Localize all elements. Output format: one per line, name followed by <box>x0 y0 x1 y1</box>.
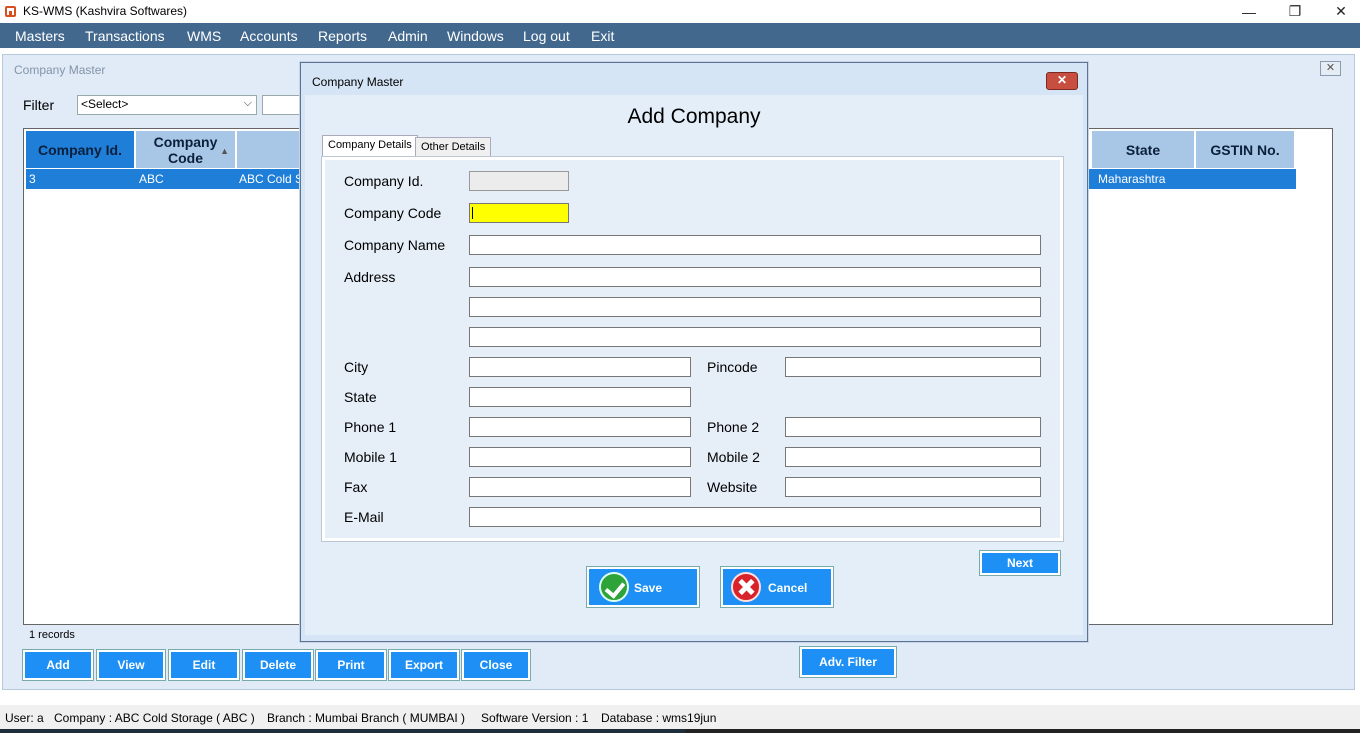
export-button[interactable]: Export <box>388 649 460 681</box>
close-window-button[interactable]: ✕ <box>1318 0 1360 23</box>
adv-filter-button[interactable]: Adv. Filter <box>799 646 897 678</box>
label-phone1: Phone 1 <box>344 419 397 435</box>
email-field[interactable] <box>469 507 1041 527</box>
col-header-gstin[interactable]: GSTIN No. <box>1196 131 1295 168</box>
mobile2-field[interactable] <box>785 447 1041 467</box>
cell-state: Maharashtra <box>1098 172 1166 186</box>
label-city: City <box>344 359 369 375</box>
status-bar: User: a Company : ABC Cold Storage ( ABC… <box>0 705 1360 729</box>
address-line1-field[interactable] <box>469 267 1041 287</box>
label-address: Address <box>344 269 396 285</box>
cancel-button-label: Cancel <box>768 581 808 595</box>
col-header-company-code[interactable]: Company Code ▲ <box>136 131 236 168</box>
label-mobile1: Mobile 1 <box>344 449 397 465</box>
menu-masters[interactable]: Masters <box>15 28 65 44</box>
company-id-field[interactable] <box>469 171 569 191</box>
address-line3-field[interactable] <box>469 327 1041 347</box>
col-header-company-id[interactable]: Company Id. <box>26 131 135 168</box>
status-database: Database : wms19jun <box>601 711 717 725</box>
add-company-dialog: Company Master ✕ Add Company Company Det… <box>300 62 1088 642</box>
menu-wms[interactable]: WMS <box>187 28 221 44</box>
filter-select[interactable]: <Select> ⌵ <box>77 95 257 115</box>
address-line2-field[interactable] <box>469 297 1041 317</box>
cancel-x-icon <box>731 572 761 602</box>
phone1-field[interactable] <box>469 417 691 437</box>
menu-bar: Masters Transactions WMS Accounts Report… <box>0 23 1360 48</box>
dialog-title: Company Master <box>312 75 404 89</box>
taskbar-edge <box>0 729 1360 733</box>
menu-admin[interactable]: Admin <box>388 28 428 44</box>
cell-company-code: ABC <box>139 172 164 186</box>
website-field[interactable] <box>785 477 1041 497</box>
save-button[interactable]: Save <box>586 566 700 608</box>
label-pincode: Pincode <box>707 359 758 375</box>
label-state: State <box>344 389 377 405</box>
filter-select-value: <Select> <box>81 97 129 111</box>
label-company-code: Company Code <box>344 205 442 221</box>
app-icon <box>5 6 16 17</box>
pincode-field[interactable] <box>785 357 1041 377</box>
mobile1-field[interactable] <box>469 447 691 467</box>
company-name-field[interactable] <box>469 235 1041 255</box>
menu-windows[interactable]: Windows <box>447 28 504 44</box>
dialog-close-icon[interactable]: ✕ <box>1046 72 1078 90</box>
dialog-heading: Add Company <box>627 105 761 128</box>
record-count: 1 records <box>29 629 75 641</box>
restore-button[interactable]: ❐ <box>1272 0 1318 23</box>
close-button[interactable]: Close <box>461 649 531 681</box>
state-field[interactable] <box>469 387 691 407</box>
company-code-field[interactable] <box>469 203 569 223</box>
filter-label: Filter <box>23 97 55 113</box>
child-close-icon[interactable]: ✕ <box>1320 61 1341 76</box>
label-fax: Fax <box>344 479 368 495</box>
label-company-id: Company Id. <box>344 173 424 189</box>
save-button-label: Save <box>634 581 663 595</box>
fax-field[interactable] <box>469 477 691 497</box>
menu-accounts[interactable]: Accounts <box>240 28 298 44</box>
child-window-title: Company Master <box>14 63 106 77</box>
menu-reports[interactable]: Reports <box>318 28 367 44</box>
menu-transactions[interactable]: Transactions <box>85 28 165 44</box>
next-button[interactable]: Next <box>979 550 1061 576</box>
delete-button[interactable]: Delete <box>242 649 314 681</box>
minimize-button[interactable]: — <box>1226 0 1272 23</box>
checkmark-icon <box>599 572 629 602</box>
label-company-name: Company Name <box>344 237 446 253</box>
title-bar: KS-WMS (Kashvira Softwares) — ❐ ✕ <box>0 0 1360 23</box>
form-area: Company Id. Company Code Company Name Ad… <box>325 160 1060 538</box>
cancel-button[interactable]: Cancel <box>720 566 834 608</box>
menu-logout[interactable]: Log out <box>523 28 570 44</box>
dialog-body: Add Company Company Details Other Detail… <box>305 95 1083 635</box>
tab-company-details[interactable]: Company Details <box>322 135 418 157</box>
menu-exit[interactable]: Exit <box>591 28 614 44</box>
cell-company-name: ABC Cold S <box>239 172 304 186</box>
chevron-down-icon: ⌵ <box>243 97 252 109</box>
tab-other-details[interactable]: Other Details <box>415 137 492 157</box>
add-button[interactable]: Add <box>22 649 94 681</box>
phone2-field[interactable] <box>785 417 1041 437</box>
window-title: KS-WMS (Kashvira Softwares) <box>23 4 188 18</box>
status-branch: Branch : Mumbai Branch ( MUMBAI ) <box>267 711 466 725</box>
status-version: Software Version : 1 <box>481 711 589 725</box>
company-details-panel: Company Id. Company Code Company Name Ad… <box>321 156 1064 542</box>
city-field[interactable] <box>469 357 691 377</box>
col-header-state[interactable]: State <box>1092 131 1195 168</box>
label-mobile2: Mobile 2 <box>707 449 760 465</box>
label-phone2: Phone 2 <box>707 419 760 435</box>
cell-company-id: 3 <box>29 172 36 186</box>
status-user: User: a <box>5 711 44 725</box>
edit-button[interactable]: Edit <box>168 649 240 681</box>
view-button[interactable]: View <box>96 649 166 681</box>
label-email: E-Mail <box>344 509 384 525</box>
status-company: Company : ABC Cold Storage ( ABC ) <box>54 711 255 725</box>
print-button[interactable]: Print <box>315 649 387 681</box>
col-header-company-name[interactable] <box>237 131 307 168</box>
sort-ascending-icon: ▲ <box>220 146 229 156</box>
label-website: Website <box>707 479 758 495</box>
